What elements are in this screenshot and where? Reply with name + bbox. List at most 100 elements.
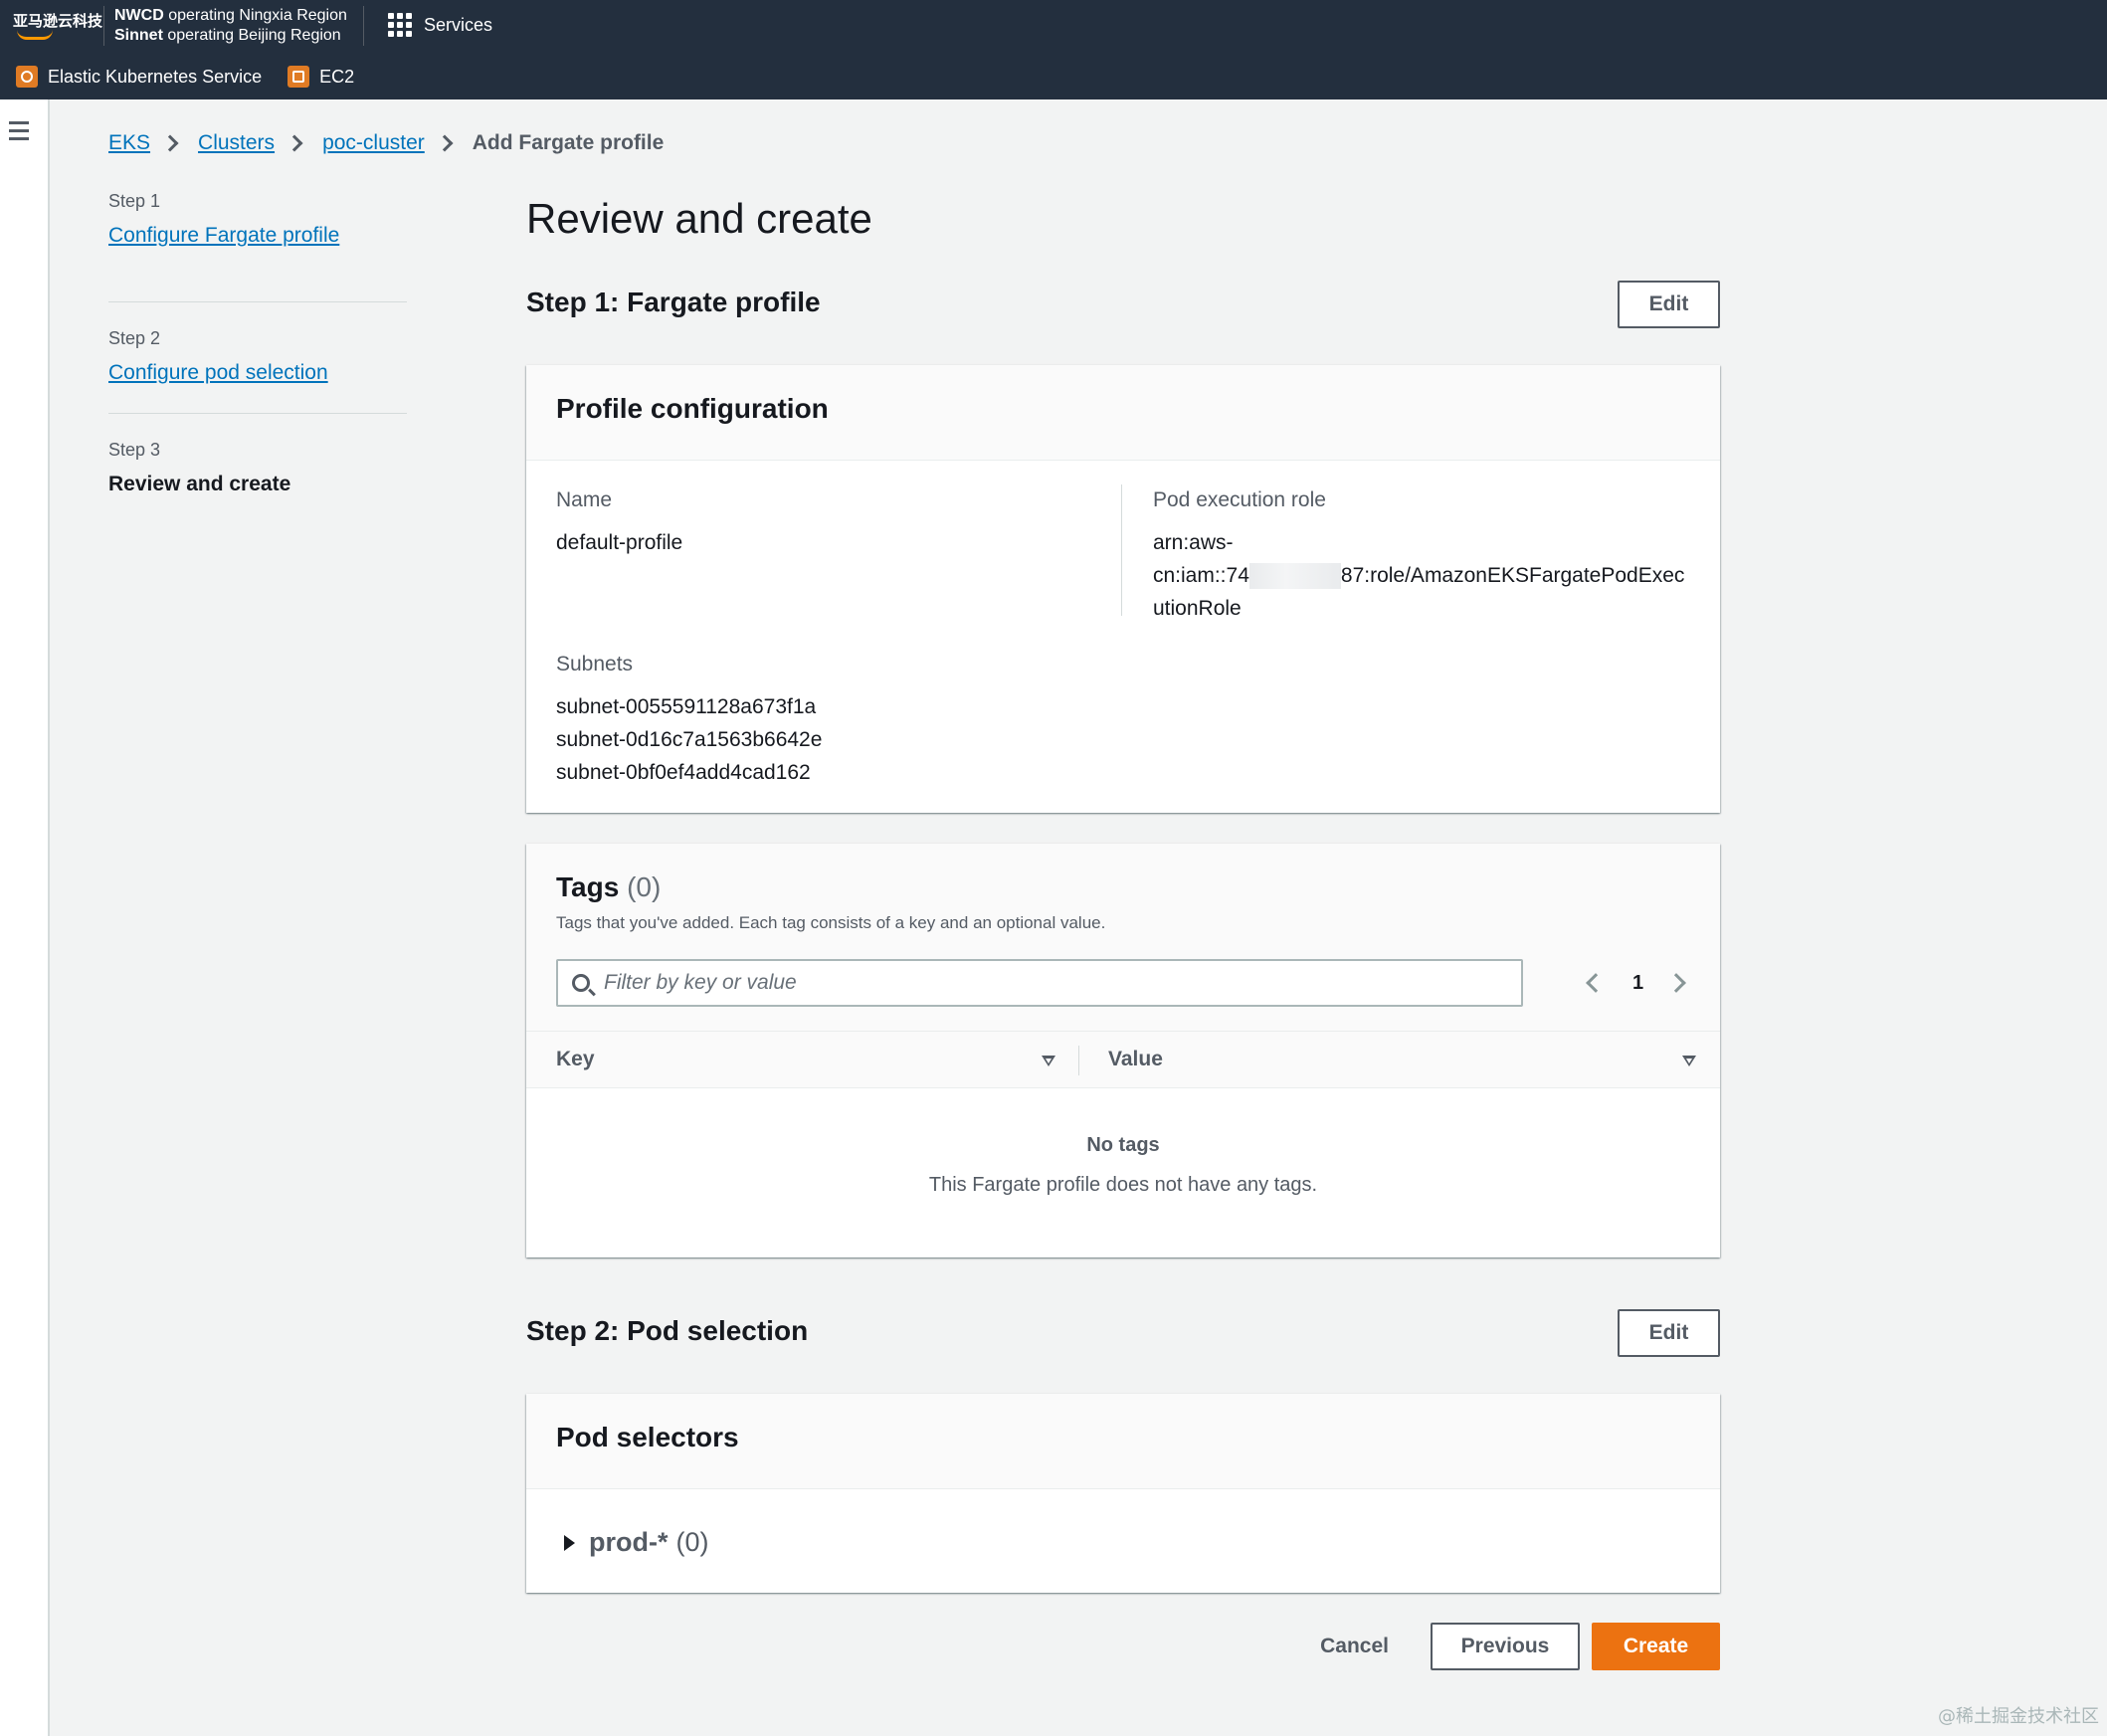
top-navigation: 亚马逊云科技 NWCD operating Ningxia Region Sin… [0,0,2107,99]
region-text-1: operating Ningxia Region [168,7,347,24]
pod-selectors-title: Pod selectors [556,1422,739,1452]
page-title: Review and create [526,195,872,242]
menu-toggle-icon[interactable] [9,121,29,145]
chevron-right-icon[interactable] [1666,973,1687,993]
logo-text: 亚马逊云科技 [13,13,103,30]
breadcrumb-clusters[interactable]: Clusters [198,131,275,155]
chevron-right-icon [286,134,303,152]
region-operator-2: Sinnet [114,27,163,44]
nav-divider [103,6,104,46]
breadcrumb: EKS Clusters poc-cluster Add Fargate pro… [108,131,664,155]
page-number[interactable]: 1 [1632,972,1643,995]
role-line-1: arn:aws- [1153,531,1234,554]
column-divider [1121,484,1122,616]
search-icon [572,974,590,992]
step-number: Step 3 [108,440,161,460]
watermark: @稀土掘金技术社区 [1938,1706,2099,1727]
name-label: Name [556,488,613,511]
empty-state-title: No tags [1086,1134,1160,1156]
cancel-button[interactable]: Cancel [1320,1635,1389,1658]
subnets-label: Subnets [556,653,634,675]
wizard-step-2: Step 2 Configure pod selection [108,302,407,414]
wizard-steps: Step 1 Configure Fargate profile Step 2 … [108,191,407,525]
eks-service-icon [16,66,38,88]
create-button[interactable]: Create [1592,1623,1720,1670]
favorite-ec2-label: EC2 [319,66,355,87]
chevron-right-icon [161,134,179,152]
chevron-left-icon[interactable] [1586,973,1606,993]
tags-description: Tags that you've added. Each tag consist… [556,913,1106,932]
step-number: Step 2 [108,328,161,348]
step-current-review: Review and create [108,473,291,495]
role-line-2-prefix: cn:iam::74 [1153,564,1249,587]
tags-count: (0) [627,871,662,902]
services-grid-icon [388,13,412,37]
redacted-account-id [1248,563,1341,590]
nav-divider [363,6,364,46]
step-link-configure-pod-selection[interactable]: Configure pod selection [108,361,328,384]
sort-key-icon[interactable] [1042,1056,1055,1066]
tags-header: Tags (0) Tags that you've added. Each ta… [556,871,1105,933]
panel-header: Profile configuration [526,365,1720,461]
step1-edit-button[interactable]: Edit [1618,281,1720,328]
pod-selector-namespace: prod-* [589,1527,669,1557]
step2-header: Step 2: Pod selection Edit [526,1309,1720,1357]
wizard-step-1: Step 1 Configure Fargate profile [108,191,407,302]
subnets-field: Subnets subnet-0055591128a673f1a subnet-… [556,653,822,789]
subnet-item: subnet-0bf0ef4add4cad162 [556,761,811,784]
tags-filter-input[interactable] [604,969,1499,997]
pod-selectors-panel: Pod selectors prod-* (0) [526,1394,1720,1593]
region-text-2: operating Beijing Region [167,27,341,44]
pod-selector-expander[interactable]: prod-* (0) [564,1527,708,1558]
side-navigation-rail [0,99,50,1736]
tags-title: Tags (0) [556,871,1105,903]
role-label: Pod execution role [1153,488,1326,511]
breadcrumb-eks[interactable]: EKS [108,131,150,155]
wizard-actions: Cancel Previous Create [1320,1623,1720,1670]
tags-panel: Tags (0) Tags that you've added. Each ta… [526,844,1720,1257]
sort-value-icon[interactable] [1682,1056,1696,1066]
step-number: Step 1 [108,191,161,211]
name-field: Name default-profile [556,488,682,559]
services-label: Services [424,14,493,35]
step1-header: Step 1: Fargate profile Edit [526,281,1720,328]
logo-smile-icon [17,30,53,40]
step2-edit-button[interactable]: Edit [1618,1309,1720,1357]
region-info: NWCD operating Ningxia Region Sinnet ope… [114,6,347,46]
name-value: default-profile [556,531,683,554]
panel-header: Pod selectors [526,1394,1720,1489]
subnet-item: subnet-0d16c7a1563b6642e [556,728,823,751]
subnet-item: subnet-0055591128a673f1a [556,695,817,718]
role-value: arn:aws- cn:iam::74 87:role/AmazonEKSFarg… [1153,526,1710,625]
profile-configuration-title: Profile configuration [556,393,829,424]
favorite-eks[interactable]: Elastic Kubernetes Service [16,66,262,88]
ec2-service-icon [287,66,310,88]
previous-button[interactable]: Previous [1431,1623,1580,1670]
step-link-configure-profile[interactable]: Configure Fargate profile [108,224,339,247]
favorite-eks-label: Elastic Kubernetes Service [48,66,263,87]
tags-filter-field[interactable] [556,959,1523,1007]
role-line-3: utionRole [1153,597,1242,620]
step2-title: Step 2: Pod selection [526,1315,809,1346]
aws-china-logo[interactable]: 亚马逊云科技 [13,10,102,40]
tags-title-text: Tags [556,871,620,902]
chevron-right-icon [436,134,454,152]
step1-title: Step 1: Fargate profile [526,287,821,317]
favorites-bar: Elastic Kubernetes Service EC2 [0,60,364,94]
tags-pagination: 1 [1581,965,1691,1001]
empty-state-description: This Fargate profile does not have any t… [928,1174,1318,1196]
role-line-2-suffix: 87:role/AmazonEKSFargatePodExec [1340,564,1685,587]
pod-execution-role-field: Pod execution role arn:aws- cn:iam::74 87… [1153,488,1710,625]
favorite-ec2[interactable]: EC2 [287,66,354,88]
tags-table-header: Key Value [526,1031,1720,1088]
pod-selector-count: (0) [675,1527,709,1557]
column-header-value: Value [1108,1048,1163,1070]
region-operator-1: NWCD [114,7,164,24]
wizard-step-3: Step 3 Review and create [108,414,407,525]
role-line-2: cn:iam::74 87:role/AmazonEKSFargatePodExe… [1153,559,1710,592]
column-header-key: Key [556,1048,595,1070]
breadcrumb-cluster[interactable]: poc-cluster [322,131,425,155]
profile-configuration-panel: Profile configuration Name default-profi… [526,365,1720,813]
services-menu-button[interactable]: Services [388,12,492,38]
breadcrumb-current: Add Fargate profile [472,131,665,154]
